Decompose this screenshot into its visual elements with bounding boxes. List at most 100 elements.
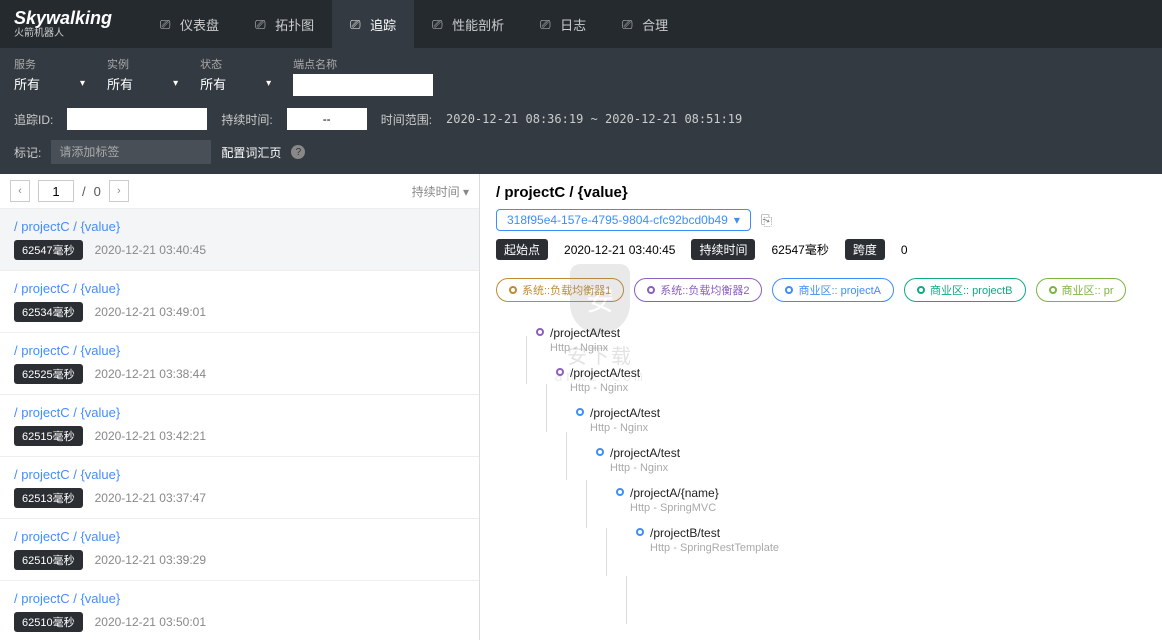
pager-prev-button[interactable]: ‹ — [10, 180, 30, 202]
timerange-value: 2020-12-21 08:36:19 ~ 2020-12-21 08:51:1… — [446, 112, 742, 126]
trace-item[interactable]: / projectC / {value}62547毫秒2020-12-21 03… — [0, 209, 479, 271]
start-label: 起始点 — [496, 239, 548, 260]
span-subtitle: Http - Nginx — [570, 382, 1146, 394]
chevron-down-icon: ▾ — [734, 213, 740, 227]
span-row[interactable]: /projectA/{name} Http - SpringMVC — [630, 480, 1146, 520]
logo-subtitle: 火箭机器人 — [14, 29, 112, 39]
filter-label: 状态 — [200, 56, 271, 72]
tag-input[interactable] — [51, 140, 211, 164]
trace-item[interactable]: / projectC / {value}62525毫秒2020-12-21 03… — [0, 333, 479, 395]
span-row[interactable]: /projectB/testHttp - SpringRestTemplate — [650, 520, 1146, 560]
trace-duration-badge: 62525毫秒 — [14, 364, 83, 384]
legend-row: 系统::负载均衡器1 系统::负载均衡器2 商业区:: projectA 商业区:: … — [496, 278, 1146, 302]
span-node-icon — [596, 448, 604, 456]
filter-value: 所有 — [14, 74, 40, 93]
traceid-label: 追踪ID: — [14, 111, 53, 128]
trace-item-time: 2020-12-21 03:37:47 — [95, 491, 206, 505]
pager-current-input[interactable] — [38, 180, 74, 202]
nav-item-日志[interactable]: ⎚日志 — [522, 0, 604, 48]
trace-list-panel: ‹ / 0 › 持续时间 ▾ / projectC / {value}62547… — [0, 174, 480, 640]
nav-icon: ⎚ — [160, 17, 174, 31]
top-nav: Skywalking 火箭机器人 ⎚仪表盘⎚拓扑图⎚追踪⎚性能剖析⎚日志⎚合理 — [0, 0, 1162, 48]
span-title: /projectA/{name} — [630, 486, 1146, 500]
filter-endpoint: 端点名称 — [293, 56, 433, 96]
filter-service[interactable]: 服务 所有▾ — [14, 56, 85, 96]
nav-item-性能剖析[interactable]: ⎚性能剖析 — [414, 0, 522, 48]
span-node-icon — [536, 328, 544, 336]
nav-icon: ⎚ — [350, 17, 364, 31]
legend-dot-icon — [647, 286, 655, 294]
tag-label: 标记: — [14, 144, 41, 161]
sort-dropdown[interactable]: 持续时间 ▾ — [412, 183, 469, 200]
legend-pill[interactable]: 系统::负载均衡器2 — [634, 278, 762, 302]
trace-item[interactable]: / projectC / {value}62515毫秒2020-12-21 03… — [0, 395, 479, 457]
span-subtitle: Http - SpringRestTemplate — [650, 542, 1146, 554]
filter-label: 服务 — [14, 56, 85, 72]
span-node-icon — [636, 528, 644, 536]
filter-status[interactable]: 状态 所有▾ — [200, 56, 271, 96]
filter-instance[interactable]: 实例 所有▾ — [107, 56, 178, 96]
pager-total: 0 — [94, 184, 101, 199]
trace-item[interactable]: / projectC / {value}62510毫秒2020-12-21 03… — [0, 519, 479, 581]
nav-icon: ⎚ — [622, 17, 636, 31]
nav-item-合理[interactable]: ⎚合理 — [604, 0, 686, 48]
duration-label: 持续时间 — [691, 239, 755, 260]
span-subtitle: Http - Nginx — [550, 342, 1146, 354]
logo-text: Skywalking — [14, 9, 112, 27]
trace-item-title: / projectC / {value} — [14, 467, 465, 482]
copy-icon[interactable]: ⎘ — [761, 212, 772, 229]
pager-next-button[interactable]: › — [109, 180, 129, 202]
trace-item-title: / projectC / {value} — [14, 219, 465, 234]
span-value: 0 — [901, 243, 908, 257]
trace-item[interactable]: / projectC / {value}62534毫秒2020-12-21 03… — [0, 271, 479, 333]
legend-dot-icon — [509, 286, 517, 294]
vocab-link[interactable]: 配置词汇页 — [221, 144, 281, 161]
trace-item[interactable]: / projectC / {value}62510毫秒2020-12-21 03… — [0, 581, 479, 640]
trace-list: / projectC / {value}62547毫秒2020-12-21 03… — [0, 209, 479, 640]
nav-icon: ⎚ — [255, 17, 269, 31]
trace-item-time: 2020-12-21 03:38:44 — [95, 367, 206, 381]
span-node-icon — [556, 368, 564, 376]
legend-dot-icon — [1049, 286, 1057, 294]
trace-item-time: 2020-12-21 03:50:01 — [95, 615, 206, 629]
nav-icon: ⎚ — [540, 17, 554, 31]
pager: ‹ / 0 › 持续时间 ▾ — [0, 174, 479, 209]
detail-title: / projectC / {value} — [496, 184, 1146, 201]
chevron-down-icon: ▾ — [173, 78, 178, 89]
duration-label: 持续时间: — [221, 111, 272, 128]
span-title: /projectA/test — [570, 366, 1146, 380]
span-row[interactable]: /projectA/test Http - Nginx — [570, 360, 1146, 400]
span-row[interactable]: /projectA/testHttp - Nginx — [610, 440, 1146, 480]
legend-pill[interactable]: 商业区:: projectB — [904, 278, 1026, 302]
legend-pill[interactable]: 商业区:: pr — [1036, 278, 1127, 302]
timerange-label: 时间范围: — [381, 111, 432, 128]
filter-bar: 服务 所有▾ 实例 所有▾ 状态 所有▾ 端点名称 — [0, 48, 1162, 102]
trace-item[interactable]: / projectC / {value}62513毫秒2020-12-21 03… — [0, 457, 479, 519]
legend-dot-icon — [917, 286, 925, 294]
help-icon[interactable]: ? — [291, 145, 305, 159]
trace-detail-panel: 安 安下载 anxz.com / projectC / {value} 318f… — [480, 174, 1162, 640]
traceid-input[interactable] — [67, 108, 207, 130]
nav-item-拓扑图[interactable]: ⎚拓扑图 — [237, 0, 332, 48]
filter-value: 所有 — [200, 74, 226, 93]
nav-item-仪表盘[interactable]: ⎚仪表盘 — [142, 0, 237, 48]
filter-label: 实例 — [107, 56, 178, 72]
span-tree: /projectA/testHttp - Nginx/projectA/test… — [496, 320, 1146, 560]
legend-pill[interactable]: 系统::负载均衡器1 — [496, 278, 624, 302]
span-subtitle: Http - SpringMVC — [630, 502, 1146, 514]
start-time: 2020-12-21 03:40:45 — [564, 243, 675, 257]
endpoint-input[interactable] — [293, 74, 433, 96]
pager-slash: / — [82, 184, 86, 199]
legend-dot-icon — [785, 286, 793, 294]
logo: Skywalking 火箭机器人 — [14, 9, 112, 39]
trace-item-title: / projectC / {value} — [14, 529, 465, 544]
span-row[interactable]: /projectA/testHttp - Nginx — [590, 400, 1146, 440]
trace-id-pill[interactable]: 318f95e4-157e-4795-9804-cfc92bcd0b49 ▾ — [496, 209, 751, 231]
nav-item-追踪[interactable]: ⎚追踪 — [332, 0, 414, 48]
legend-pill[interactable]: 商业区:: projectA — [772, 278, 894, 302]
span-row[interactable]: /projectA/testHttp - Nginx — [550, 320, 1146, 360]
duration-input[interactable] — [287, 108, 367, 130]
span-node-icon — [576, 408, 584, 416]
trace-duration-badge: 62510毫秒 — [14, 612, 83, 632]
trace-duration-badge: 62534毫秒 — [14, 302, 83, 322]
